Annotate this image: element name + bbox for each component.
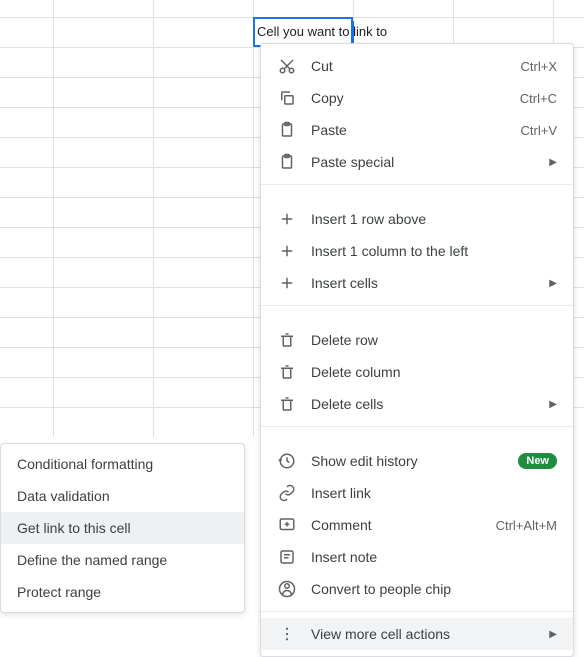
- paste-icon: [277, 120, 297, 140]
- paste-icon: [277, 152, 297, 172]
- menu-delete-cells[interactable]: Delete cells ▶: [261, 388, 573, 420]
- chevron-right-icon: ▶: [549, 399, 557, 410]
- menu-label: View more cell actions: [311, 626, 541, 642]
- trash-icon: [277, 394, 297, 414]
- menu-shortcut: Ctrl+C: [520, 91, 557, 106]
- submenu-get-link[interactable]: Get link to this cell: [1, 512, 244, 544]
- menu-label: Paste: [311, 122, 521, 138]
- new-badge: New: [518, 453, 557, 469]
- menu-insert-column[interactable]: Insert 1 column to the left: [261, 235, 573, 267]
- cut-icon: [277, 56, 297, 76]
- menu-show-history[interactable]: Show edit history New: [261, 445, 573, 477]
- menu-label: Copy: [311, 90, 520, 106]
- menu-label: Insert link: [311, 485, 557, 501]
- submenu-conditional-formatting[interactable]: Conditional formatting: [1, 448, 244, 480]
- submenu-item-label: Conditional formatting: [17, 456, 153, 472]
- spacer: [261, 191, 573, 203]
- divider: [261, 305, 573, 306]
- submenu-item-label: Define the named range: [17, 552, 167, 568]
- menu-insert-link[interactable]: Insert link: [261, 477, 573, 509]
- submenu-data-validation[interactable]: Data validation: [1, 480, 244, 512]
- divider: [261, 184, 573, 185]
- menu-shortcut: Ctrl+X: [521, 59, 557, 74]
- menu-label: Delete row: [311, 332, 557, 348]
- plus-icon: [277, 241, 297, 261]
- menu-label: Insert 1 row above: [311, 211, 557, 227]
- comment-icon: [277, 515, 297, 535]
- spacer: [261, 433, 573, 445]
- submenu-item-label: Protect range: [17, 584, 101, 600]
- spacer: [261, 312, 573, 324]
- trash-icon: [277, 362, 297, 382]
- menu-insert-note[interactable]: Insert note: [261, 541, 573, 573]
- menu-label: Convert to people chip: [311, 581, 557, 597]
- link-icon: [277, 483, 297, 503]
- more-vertical-icon: [277, 624, 297, 644]
- menu-insert-cells[interactable]: Insert cells ▶: [261, 267, 573, 299]
- menu-paste[interactable]: Paste Ctrl+V: [261, 114, 573, 146]
- chevron-right-icon: ▶: [549, 157, 557, 168]
- submenu-item-label: Get link to this cell: [17, 520, 131, 536]
- note-icon: [277, 547, 297, 567]
- menu-copy[interactable]: Copy Ctrl+C: [261, 82, 573, 114]
- divider: [261, 611, 573, 612]
- menu-cut[interactable]: Cut Ctrl+X: [261, 50, 573, 82]
- menu-comment[interactable]: Comment Ctrl+Alt+M: [261, 509, 573, 541]
- menu-label: Insert 1 column to the left: [311, 243, 557, 259]
- menu-label: Insert cells: [311, 275, 541, 291]
- history-icon: [277, 451, 297, 471]
- menu-insert-row[interactable]: Insert 1 row above: [261, 203, 573, 235]
- menu-delete-row[interactable]: Delete row: [261, 324, 573, 356]
- menu-label: Comment: [311, 517, 496, 533]
- menu-label: Delete column: [311, 364, 557, 380]
- menu-label: Insert note: [311, 549, 557, 565]
- active-cell-value: Cell you want to link to: [257, 24, 387, 39]
- menu-delete-column[interactable]: Delete column: [261, 356, 573, 388]
- divider: [261, 426, 573, 427]
- plus-icon: [277, 273, 297, 293]
- chevron-right-icon: ▶: [549, 278, 557, 289]
- view-more-submenu: Conditional formatting Data validation G…: [0, 443, 245, 613]
- menu-label: Cut: [311, 58, 521, 74]
- menu-label: Show edit history: [311, 453, 518, 469]
- submenu-item-label: Data validation: [17, 488, 110, 504]
- menu-view-more[interactable]: View more cell actions ▶: [261, 618, 573, 650]
- submenu-named-range[interactable]: Define the named range: [1, 544, 244, 576]
- trash-icon: [277, 330, 297, 350]
- cell-context-menu: Cut Ctrl+X Copy Ctrl+C Paste Ctrl+V Past…: [260, 43, 574, 657]
- menu-people-chip[interactable]: Convert to people chip: [261, 573, 573, 605]
- menu-label: Paste special: [311, 154, 541, 170]
- person-icon: [277, 579, 297, 599]
- edit-cursor-icon: [352, 21, 354, 43]
- menu-shortcut: Ctrl+V: [521, 123, 557, 138]
- menu-label: Delete cells: [311, 396, 541, 412]
- menu-shortcut: Ctrl+Alt+M: [496, 518, 557, 533]
- copy-icon: [277, 88, 297, 108]
- submenu-protect-range[interactable]: Protect range: [1, 576, 244, 608]
- chevron-right-icon: ▶: [549, 629, 557, 640]
- plus-icon: [277, 209, 297, 229]
- menu-paste-special[interactable]: Paste special ▶: [261, 146, 573, 178]
